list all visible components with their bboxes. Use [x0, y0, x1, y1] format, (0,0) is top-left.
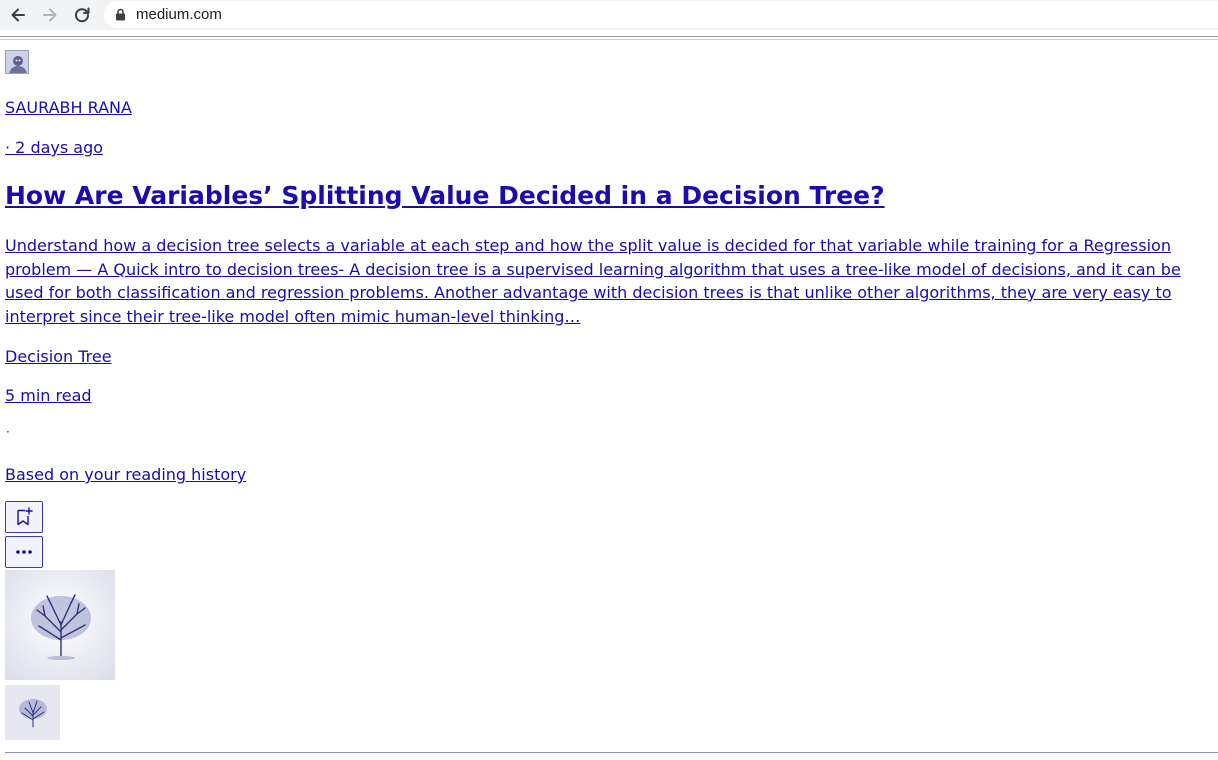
- tag-link[interactable]: Decision Tree: [5, 347, 112, 366]
- bookmark-button[interactable]: [5, 501, 43, 533]
- article-thumbnail-small[interactable]: [5, 685, 60, 740]
- arrow-left-icon: [11, 8, 25, 22]
- more-options-button[interactable]: [5, 536, 43, 568]
- bookmark-add-icon: [17, 507, 33, 526]
- article-title-link[interactable]: How Are Variables’ Splitting Value Decid…: [5, 180, 885, 212]
- post-date-link[interactable]: · 2 days ago: [5, 138, 103, 157]
- article-excerpt-link[interactable]: Understand how a decision tree selects a…: [5, 234, 1210, 328]
- read-time-link[interactable]: 5 min read: [5, 386, 92, 405]
- more-dots-icon: [16, 550, 32, 554]
- toolbar-divider-secondary: [0, 39, 1218, 40]
- reload-icon: [75, 7, 90, 23]
- back-button[interactable]: [6, 3, 30, 27]
- lock-icon: [115, 8, 127, 22]
- address-bar[interactable]: medium.com: [104, 1, 1218, 28]
- toolbar-divider: [0, 36, 1218, 37]
- browser-toolbar: medium.com: [0, 0, 1218, 30]
- author-link[interactable]: SAURABH RANA: [5, 98, 132, 117]
- separator-dot: ·: [6, 425, 10, 439]
- reload-button[interactable]: [70, 3, 94, 27]
- recommendation-reason-link[interactable]: Based on your reading history: [5, 465, 246, 484]
- card-divider: [5, 752, 1218, 753]
- author-avatar[interactable]: [5, 50, 29, 74]
- arrow-right-icon: [43, 8, 57, 22]
- forward-button[interactable]: [38, 3, 62, 27]
- url-text: medium.com: [136, 6, 222, 23]
- article-thumbnail-large[interactable]: [5, 570, 115, 680]
